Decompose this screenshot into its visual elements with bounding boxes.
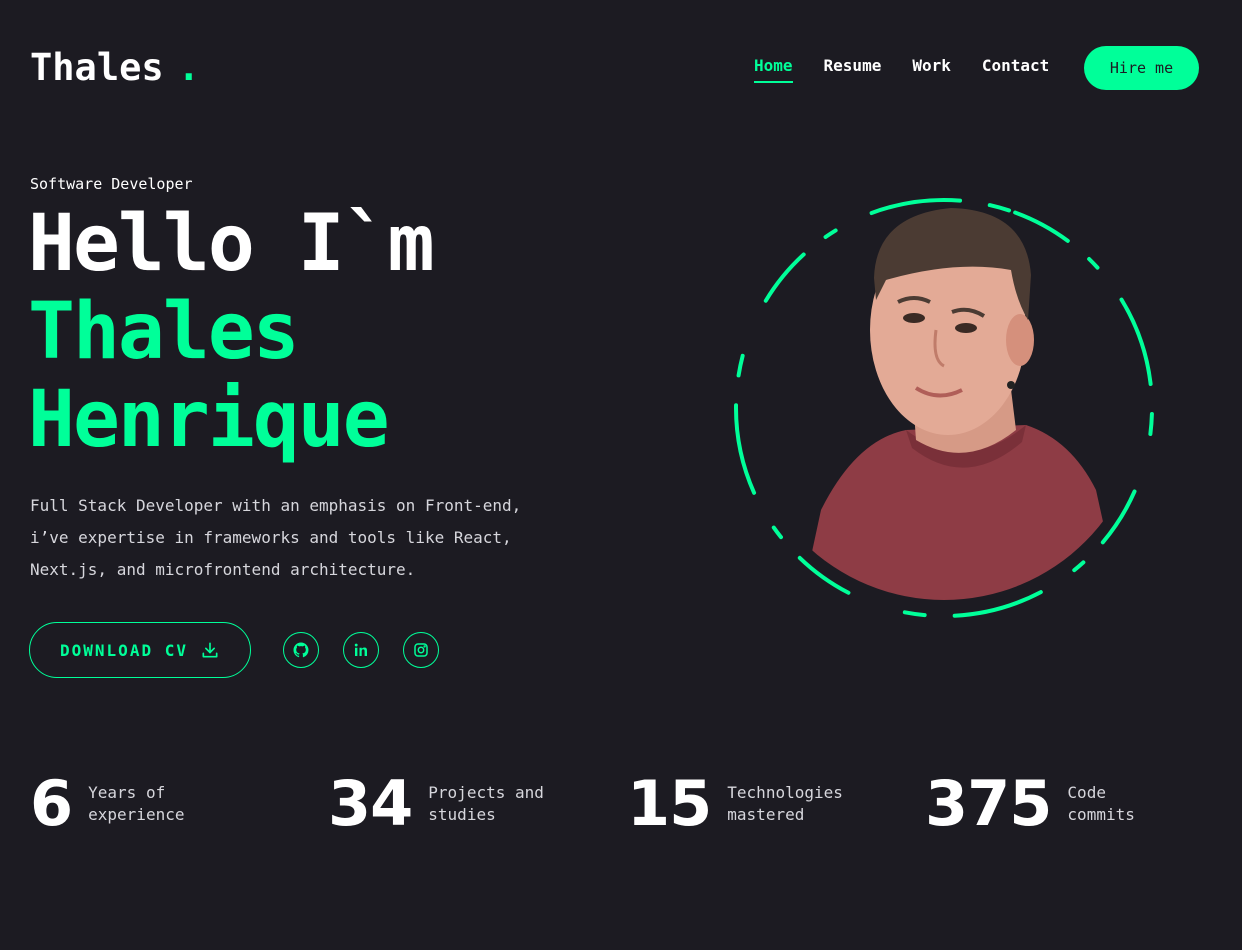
main-nav: Home Resume Work Contact bbox=[754, 56, 1049, 83]
download-cv-button[interactable]: DOWNLOAD CV bbox=[29, 622, 251, 678]
linkedin-link[interactable] bbox=[343, 632, 379, 668]
nav-contact-link[interactable]: Contact bbox=[982, 56, 1049, 81]
nav-resume-link[interactable]: Resume bbox=[824, 56, 882, 81]
stat-label: Projects and studies bbox=[428, 783, 544, 824]
hero-first-name: Thales bbox=[28, 287, 300, 377]
github-link[interactable] bbox=[283, 632, 319, 668]
download-icon bbox=[202, 642, 218, 658]
stat-commits: 375 Code commits bbox=[925, 768, 1147, 840]
stat-technologies: 15 Technologies mastered bbox=[627, 768, 857, 840]
profile-photo bbox=[796, 208, 1126, 600]
download-cv-label: DOWNLOAD CV bbox=[60, 640, 188, 660]
profile-portrait bbox=[726, 190, 1162, 626]
page: Thales. Home Resume Work Contact Hire me… bbox=[0, 0, 1242, 950]
portrait-graphic bbox=[734, 197, 1154, 618]
stat-value: 15 bbox=[627, 767, 712, 840]
hero-subtitle: Software Developer bbox=[30, 175, 193, 193]
hero-description: Full Stack Developer with an emphasis on… bbox=[30, 496, 522, 579]
hero-last-name: Henrique bbox=[28, 375, 390, 465]
instagram-icon bbox=[414, 643, 428, 657]
brand-logo[interactable]: Thales. bbox=[30, 46, 200, 90]
brand-dot: . bbox=[177, 46, 200, 89]
hero-greeting: Hello I`m bbox=[28, 199, 435, 289]
github-icon bbox=[293, 642, 309, 658]
hire-me-button[interactable]: Hire me bbox=[1084, 46, 1199, 90]
hero-headline: Hello I`m Thales Henrique bbox=[28, 199, 435, 465]
stat-label: Code commits bbox=[1067, 783, 1135, 824]
stat-label: Technologies mastered bbox=[727, 783, 843, 824]
stat-experience: 6 Years of experience bbox=[30, 768, 198, 840]
stat-value: 375 bbox=[925, 767, 1052, 840]
stat-label: Years of experience bbox=[88, 783, 185, 824]
nav-home-link[interactable]: Home bbox=[754, 56, 793, 83]
stat-value: 34 bbox=[328, 767, 413, 840]
nav-work-link[interactable]: Work bbox=[912, 56, 951, 81]
instagram-link[interactable] bbox=[403, 632, 439, 668]
stat-projects: 34 Projects and studies bbox=[328, 768, 558, 840]
brand-name: Thales bbox=[30, 46, 164, 89]
linkedin-icon bbox=[354, 643, 367, 656]
stat-value: 6 bbox=[30, 767, 73, 840]
